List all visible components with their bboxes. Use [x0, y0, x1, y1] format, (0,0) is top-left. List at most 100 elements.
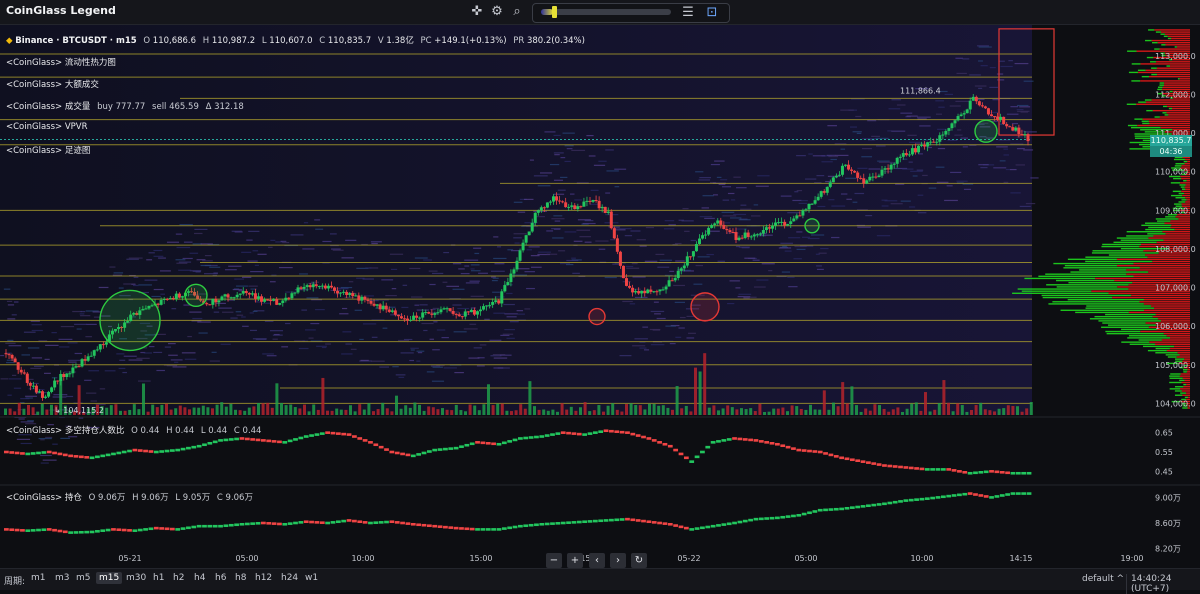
candle-body: [485, 305, 489, 307]
theme-select[interactable]: default ^: [1082, 574, 1124, 584]
heatmap-range-handle[interactable]: [552, 6, 557, 18]
heatmap-cell: [473, 247, 482, 249]
vpvr-bar-sell: [1186, 383, 1190, 386]
candle-body: [326, 285, 330, 289]
heatmap-cell: [849, 126, 858, 128]
chart-area[interactable]: 113,000.0 112,000.0 111,000.0 110,000.0 109,…: [0, 25, 1200, 568]
period-h4[interactable]: h4: [191, 572, 208, 584]
heatmap-cell: [453, 331, 467, 333]
zoom-in-button[interactable]: +: [567, 553, 583, 568]
heatmap-cell: [868, 168, 881, 170]
vpvr-bar-buy: [1159, 84, 1165, 86]
period-h1[interactable]: h1: [150, 572, 167, 584]
candle-body: [552, 196, 555, 202]
heatmap-cell: [727, 192, 735, 195]
legend-large-trades[interactable]: <CoinGlass> 大额成交: [6, 78, 99, 90]
candle-body: [28, 382, 32, 386]
candle-body: [92, 350, 96, 356]
binance-icon: ◆: [6, 36, 13, 46]
vpvr-bar-buy: [1094, 315, 1153, 318]
scroll-left-button[interactable]: ‹: [589, 553, 605, 568]
volume-bar: [128, 409, 132, 415]
indicator-segment: [1026, 471, 1032, 475]
period-h2[interactable]: h2: [170, 572, 187, 584]
volume-bar: [1020, 411, 1024, 415]
indicator-segment: [480, 441, 486, 445]
indicator-segment: [491, 528, 496, 531]
zoom-out-button[interactable]: −: [546, 553, 562, 568]
heatmap-cell: [476, 365, 485, 367]
candle-body: [722, 224, 726, 229]
low-value: 110,607.0: [269, 36, 313, 46]
volume-bar: [845, 403, 849, 415]
heatmap-cell: [710, 163, 720, 166]
period-h24[interactable]: h24: [278, 572, 301, 584]
indicator-segment: [828, 453, 834, 457]
vpvr-bar-sell: [1181, 203, 1190, 205]
legend-volume[interactable]: <CoinGlass> 成交量 buy 777.77 sell 465.59 Δ…: [6, 100, 244, 112]
period-w1[interactable]: w1: [302, 572, 321, 584]
vpvr-bar-sell: [1171, 37, 1190, 40]
vpvr-bar-buy: [1038, 275, 1134, 278]
candle-body: [737, 237, 741, 240]
vpvr-bar-sell: [1138, 71, 1190, 74]
reset-chart-button[interactable]: ↻: [631, 553, 647, 568]
settings-icon[interactable]: ⚙: [488, 3, 506, 21]
legend-long-short-ratio[interactable]: <CoinGlass> 多空持仓人数比 O 0.44 H 0.44 L 0.44…: [6, 424, 261, 436]
vpvr-bar-sell: [1095, 277, 1190, 280]
scroll-right-button[interactable]: ›: [610, 553, 626, 568]
heatmap-cell: [558, 250, 566, 252]
heatmap-cell: [963, 188, 972, 190]
indicator-segment: [855, 459, 861, 462]
volume-value: 1.38亿: [386, 36, 414, 46]
heatmap-cell: [695, 264, 704, 267]
indicator-segment: [775, 442, 780, 446]
indicator-segment: [769, 516, 775, 520]
indicator-segment: [732, 521, 737, 525]
legend-liquidity-heatmap[interactable]: <CoinGlass> 流动性热力图: [6, 56, 116, 68]
legend-vpvr[interactable]: <CoinGlass> VPVR: [6, 122, 88, 132]
candle-body: [664, 286, 668, 290]
indicator-segment: [560, 431, 566, 434]
candle-body: [323, 285, 327, 289]
volume-bar: [270, 407, 274, 415]
heatmap-cell: [153, 255, 164, 257]
legend-open-interest[interactable]: <CoinGlass> 持仓 O 9.06万 H 9.06万 L 9.05万 C…: [6, 491, 253, 503]
heatmap-cell: [852, 201, 858, 203]
heatmap-cell: [493, 357, 508, 359]
low-label: L: [261, 36, 267, 46]
heatmap-range-control[interactable]: ☰ ⊡: [532, 3, 730, 23]
period-h6[interactable]: h6: [212, 572, 229, 584]
screenshot-icon[interactable]: ⊡: [703, 4, 721, 22]
indicator-segment: [378, 445, 384, 449]
candle-body: [643, 290, 647, 294]
search-icon[interactable]: ⌕: [508, 3, 526, 21]
heatmap-cell: [395, 374, 406, 376]
period-m5[interactable]: m5: [73, 572, 94, 584]
list-settings-icon[interactable]: ☰: [679, 4, 697, 22]
heatmap-cell: [509, 321, 519, 323]
period-h12[interactable]: h12: [252, 572, 275, 584]
legend-footprint[interactable]: <CoinGlass> 足迹图: [6, 144, 90, 156]
heatmap-cell: [935, 113, 943, 115]
period-m3[interactable]: m3: [52, 572, 73, 584]
period-m1[interactable]: m1: [28, 572, 49, 584]
heatmap-cell: [401, 306, 409, 309]
period-m30[interactable]: m30: [123, 572, 149, 584]
indicator-segment: [282, 441, 288, 444]
crosshair-icon[interactable]: ✜: [468, 3, 486, 21]
candle-body: [780, 221, 784, 223]
volume-bar: [937, 403, 941, 415]
heatmap-cell: [159, 270, 171, 272]
heatmap-cell: [192, 270, 201, 272]
heatmap-cell: [625, 265, 634, 268]
candle-body: [901, 153, 905, 157]
candle-body: [585, 200, 589, 202]
candle-body: [472, 309, 476, 315]
candle-body: [834, 175, 838, 178]
period-h8[interactable]: h8: [232, 572, 249, 584]
period-m15[interactable]: m15: [96, 572, 123, 584]
candle-body: [396, 314, 400, 317]
indicator-segment: [309, 434, 314, 437]
volume-bar: [408, 407, 412, 415]
